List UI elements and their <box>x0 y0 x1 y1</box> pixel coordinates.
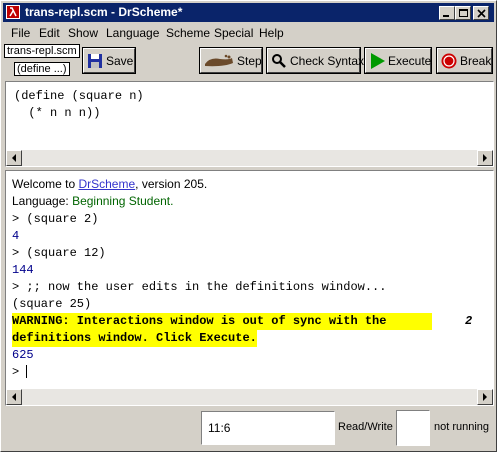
magnifier-icon <box>272 54 286 68</box>
menu-help[interactable]: Help <box>259 26 284 40</box>
status-bar: 11:6 Read/Write not running <box>3 407 494 449</box>
menu-edit[interactable]: Edit <box>39 26 60 40</box>
repl-prompt: > (square 12) <box>12 246 106 260</box>
cursor-position-field: 11:6 <box>201 411 335 445</box>
welcome-message: Welcome to DrScheme, version 205. <box>12 177 208 191</box>
out-of-sync-warning-line1: WARNING: Interactions window is out of s… <box>12 313 432 330</box>
maximize-button[interactable] <box>455 6 471 20</box>
step-button[interactable]: Step <box>199 47 263 74</box>
check-syntax-label: Check Syntax <box>290 54 365 68</box>
repl-result: 625 <box>12 348 34 362</box>
maximize-icon <box>459 9 468 17</box>
window-title: trans-repl.scm - DrScheme* <box>25 5 183 19</box>
define-menu-button[interactable]: (define ...) <box>14 62 70 76</box>
text-cursor <box>26 365 28 379</box>
save-label: Save <box>106 54 134 68</box>
menu-bar: File Edit Show Language Scheme Special H… <box>3 24 494 42</box>
menu-file[interactable]: File <box>11 26 30 40</box>
definitions-line: (* n n n)) <box>14 106 101 120</box>
running-indicator <box>396 410 430 446</box>
drscheme-link[interactable]: DrScheme <box>78 177 135 191</box>
minimize-icon <box>443 15 449 17</box>
play-arrow-icon <box>371 53 385 69</box>
read-write-status: Read/Write <box>338 421 393 433</box>
menu-special[interactable]: Special <box>214 26 253 40</box>
menu-language[interactable]: Language <box>106 26 159 40</box>
execute-label: Execute <box>388 54 432 68</box>
floppy-disk-icon <box>88 54 102 68</box>
menu-scheme[interactable]: Scheme <box>166 26 210 40</box>
repl-prompt: > (square 2) <box>12 212 99 226</box>
language-name: Beginning Student <box>72 194 171 208</box>
repl-input: (square 25) <box>12 297 92 311</box>
language-line: Language: Beginning Student. <box>12 194 174 208</box>
repl-result: 144 <box>12 263 34 277</box>
close-button[interactable] <box>473 6 489 20</box>
step-label: Step <box>237 54 262 68</box>
menu-show[interactable]: Show <box>68 26 98 40</box>
triangle-right-icon <box>483 393 487 401</box>
interactions-horizontal-scrollbar[interactable] <box>6 389 493 405</box>
check-syntax-button[interactable]: Check Syntax <box>266 47 364 74</box>
run-status: not running <box>434 421 490 433</box>
scroll-right-button[interactable] <box>477 389 493 405</box>
scroll-right-button[interactable] <box>477 150 493 166</box>
title-bar[interactable]: trans-repl.scm - DrScheme* <box>3 3 494 22</box>
filename-button[interactable]: trans-repl.scm <box>4 44 80 58</box>
out-of-sync-warning-line2: definitions window. Click Execute. <box>12 330 257 347</box>
scroll-left-button[interactable] <box>6 150 22 166</box>
footprint-icon <box>205 54 233 67</box>
scroll-left-button[interactable] <box>6 389 22 405</box>
save-button[interactable]: Save <box>82 47 136 74</box>
break-button[interactable]: Break <box>436 47 493 74</box>
drscheme-window: trans-repl.scm - DrScheme* File Edit Sho… <box>0 0 497 452</box>
scheme-logo-icon: 2 <box>465 314 473 328</box>
repl-current-prompt[interactable]: > <box>12 364 28 381</box>
break-label: Break <box>460 54 492 68</box>
execute-button[interactable]: Execute <box>364 47 432 74</box>
interactions-window[interactable]: Welcome to DrScheme, version 205. Langua… <box>5 170 494 406</box>
triangle-left-icon <box>12 154 16 162</box>
stop-sign-icon <box>441 53 457 69</box>
repl-prompt: > ;; now the user edits in the definitio… <box>12 280 387 294</box>
triangle-left-icon <box>12 393 16 401</box>
repl-result: 4 <box>12 229 20 243</box>
definitions-line: (define (square n) <box>14 89 144 103</box>
triangle-right-icon <box>483 154 487 162</box>
close-icon <box>477 9 486 18</box>
definitions-horizontal-scrollbar[interactable] <box>6 150 493 166</box>
definitions-window[interactable]: (define (square n) (* n n n)) <box>5 81 494 167</box>
drscheme-lambda-icon[interactable] <box>6 5 20 19</box>
minimize-button[interactable] <box>439 6 455 20</box>
